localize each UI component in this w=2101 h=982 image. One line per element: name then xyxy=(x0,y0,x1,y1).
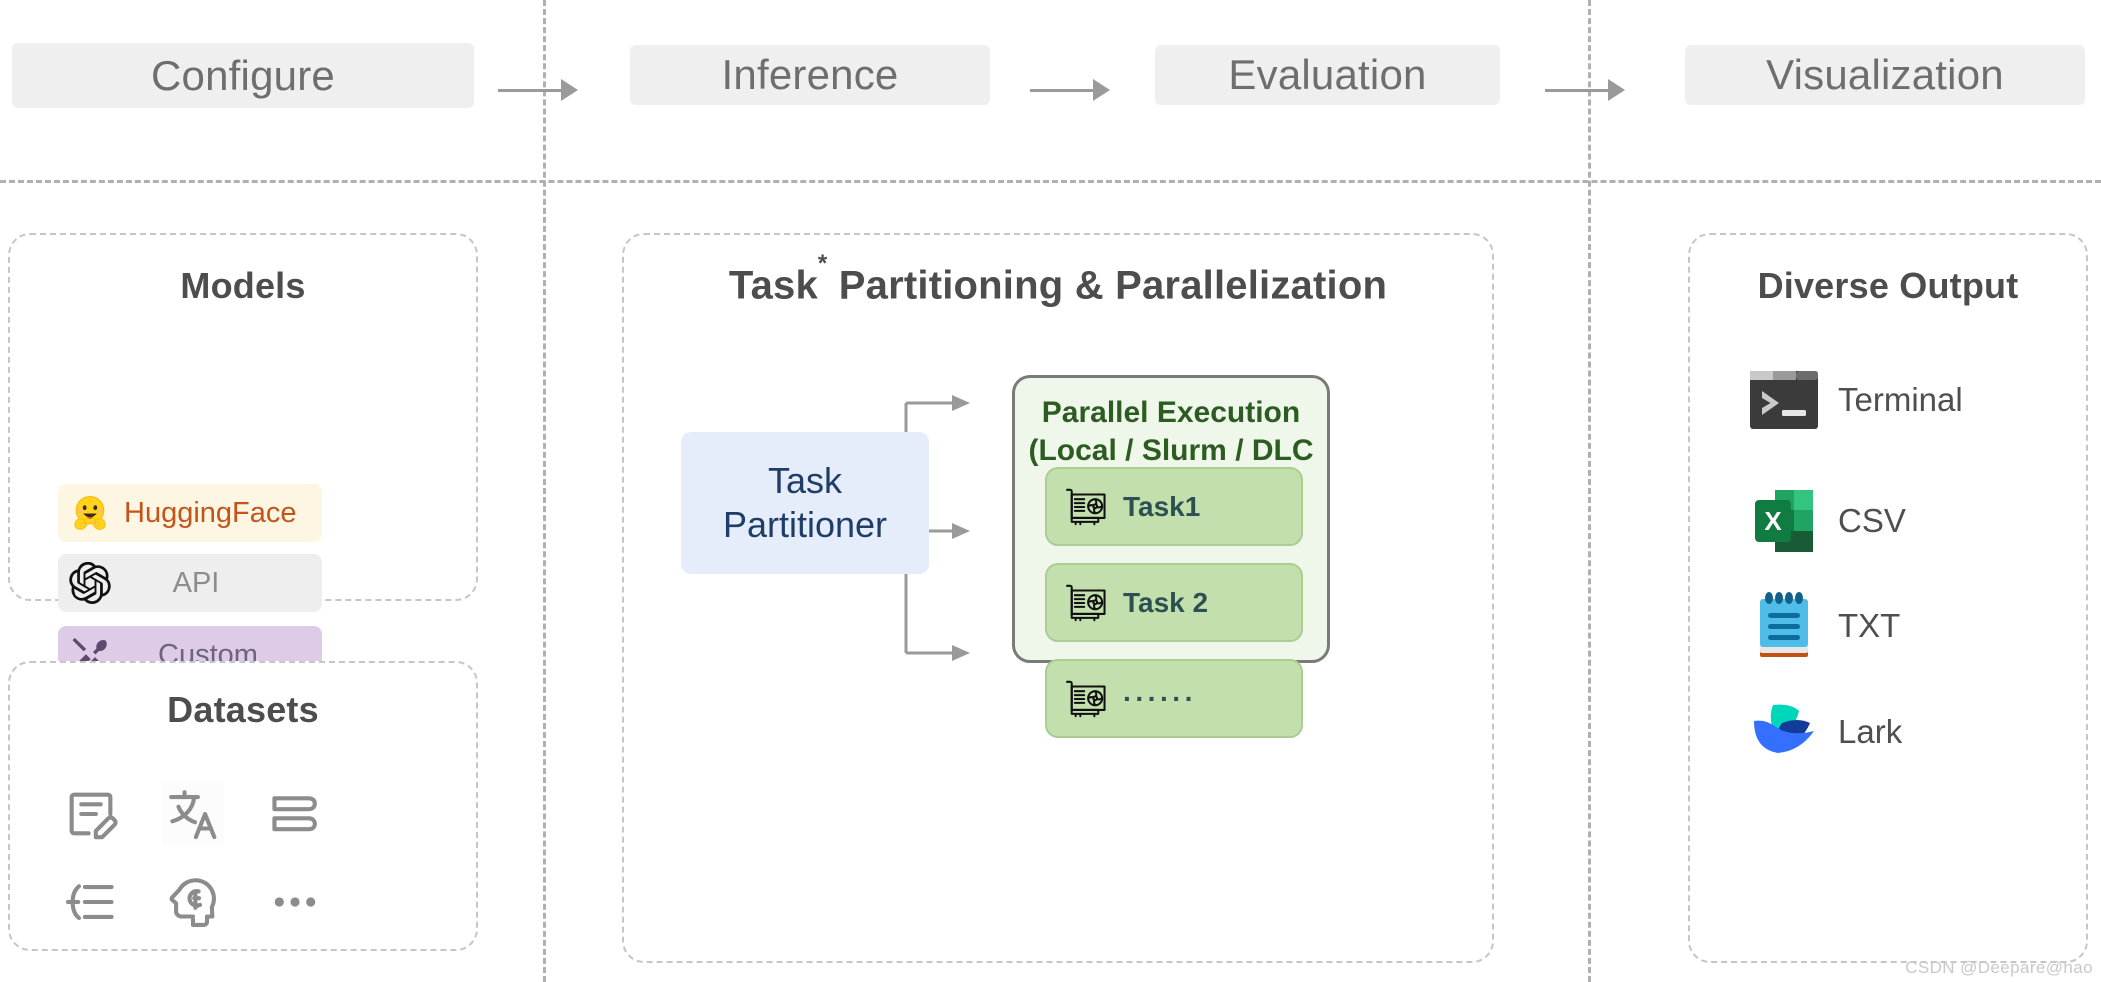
output-item-label: CSV xyxy=(1838,502,1906,539)
terminal-icon xyxy=(1730,369,1838,431)
openai-icon xyxy=(58,562,122,604)
task-label: Task 2 xyxy=(1123,586,1209,618)
parallel-execution-box: Parallel Execution (Local / Slurm / DLC … xyxy=(1012,375,1330,738)
task-partitioner-line2: Partitioner xyxy=(722,504,888,545)
model-item-api[interactable]: API xyxy=(58,554,322,612)
output-item-txt[interactable]: TXT xyxy=(1730,583,2010,669)
hugging-face-icon xyxy=(58,491,122,535)
center-panel-title: Task* Partitioning & Parallelization xyxy=(624,250,1492,308)
stage-inference[interactable]: Inference xyxy=(630,45,990,105)
task-label: Task1 xyxy=(1123,490,1201,522)
parallel-execution-title-line1: Parallel Execution xyxy=(1041,396,1301,429)
translate-icon[interactable] xyxy=(162,783,224,845)
output-item-label: Lark xyxy=(1838,713,1903,750)
center-panel-title-asterisk: * xyxy=(817,249,828,277)
vertical-divider-right xyxy=(1588,0,1591,982)
models-panel-title: Models xyxy=(180,265,306,306)
datasets-panel-title: Datasets xyxy=(167,689,319,730)
task-partitioner-box[interactable]: Task Partitioner xyxy=(681,432,929,574)
output-item-label: TXT xyxy=(1838,607,1901,644)
datasets-icon-grid xyxy=(40,783,346,933)
gpu-card-icon xyxy=(1047,674,1123,724)
datasets-panel: Datasets xyxy=(8,661,478,951)
arrow-inference-to-evaluation xyxy=(1030,78,1110,102)
task-box-3[interactable]: ······ xyxy=(1045,659,1303,738)
diagram-canvas: Configure Inference Evaluation Visualiza… xyxy=(0,0,2101,982)
watermark: CSDN @Deepare@hao xyxy=(1905,958,2093,977)
model-item-label: HuggingFace xyxy=(124,496,297,529)
output-panel: Diverse Output Terminal X CSV TXT Lark xyxy=(1688,233,2088,963)
task-box-1[interactable]: Task1 xyxy=(1045,467,1303,546)
output-panel-title: Diverse Output xyxy=(1757,265,2019,306)
lark-icon xyxy=(1730,701,1838,763)
svg-text:X: X xyxy=(1764,506,1782,536)
task-box-2[interactable]: Task 2 xyxy=(1045,563,1303,642)
ellipsis-icon[interactable] xyxy=(264,871,326,933)
stage-label: Visualization xyxy=(1766,51,2004,98)
output-item-label: Terminal xyxy=(1838,381,1963,418)
arrow-configure-to-inference xyxy=(498,78,578,102)
task-label: ······ xyxy=(1123,682,1197,714)
book-icon[interactable] xyxy=(264,783,326,845)
output-item-terminal[interactable]: Terminal xyxy=(1730,357,2010,443)
notepad-icon xyxy=(1730,591,1838,661)
vertical-divider-left xyxy=(543,0,546,982)
stage-visualization[interactable]: Visualization xyxy=(1685,45,2085,105)
gpu-card-icon xyxy=(1047,578,1123,628)
arrow-evaluation-to-visualization xyxy=(1545,78,1625,102)
center-panel-title-rest: Partitioning & Parallelization xyxy=(827,263,1388,308)
stage-label: Inference xyxy=(721,51,899,98)
stage-label: Evaluation xyxy=(1228,51,1427,98)
gpu-card-icon xyxy=(1047,482,1123,532)
model-item-label: API xyxy=(172,566,220,599)
stage-evaluation[interactable]: Evaluation xyxy=(1155,45,1500,105)
task-partitioner-line1: Task xyxy=(767,460,843,502)
output-item-lark[interactable]: Lark xyxy=(1730,689,2010,775)
stage-label: Configure xyxy=(151,51,335,99)
model-item-huggingface[interactable]: HuggingFace xyxy=(58,484,322,542)
models-panel: Models HuggingFace API Custom xyxy=(8,233,478,684)
list-indent-icon[interactable] xyxy=(60,871,122,933)
stage-configure[interactable]: Configure xyxy=(12,43,474,108)
excel-icon: X xyxy=(1730,488,1838,554)
document-edit-icon[interactable] xyxy=(60,783,122,845)
output-item-csv[interactable]: X CSV xyxy=(1730,478,2010,564)
brain-head-icon[interactable] xyxy=(162,871,224,933)
center-panel-title-main: Task xyxy=(728,263,818,308)
horizontal-divider xyxy=(0,180,2101,183)
